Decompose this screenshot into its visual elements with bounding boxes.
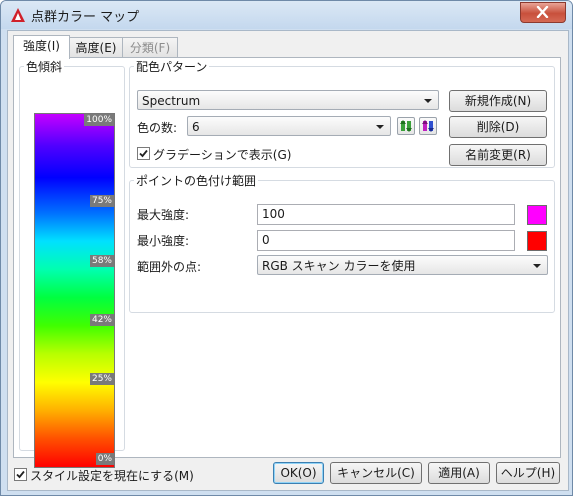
color-scheme-value: Spectrum: [142, 94, 201, 108]
chevron-down-icon: [424, 99, 432, 103]
tab-classification-label: 分類(F): [129, 41, 171, 55]
tick-label: 25%: [89, 373, 114, 385]
outside-range-select[interactable]: RGB スキャン カラーを使用: [257, 255, 548, 275]
chevron-down-icon: [376, 125, 384, 129]
color-gradient-bar: 100% 75% 58% 42% 25% 0%: [34, 113, 115, 468]
color-count-value: 6: [192, 120, 200, 134]
tick-label: 58%: [89, 255, 114, 267]
max-intensity-label: 最大強度:: [137, 208, 190, 222]
color-stack-icon: [422, 120, 434, 132]
intensity-panel: 色傾斜 100% 75% 58% 42% 25% 0% 配色パターン Spect…: [13, 57, 561, 468]
ok-button[interactable]: OK(O): [273, 462, 324, 484]
help-button[interactable]: ヘルプ(H): [496, 462, 560, 484]
new-scheme-button[interactable]: 新規作成(N): [449, 90, 547, 112]
outside-range-label: 範囲外の点:: [137, 260, 202, 274]
delete-scheme-button[interactable]: 削除(D): [449, 116, 547, 138]
swap-arrows-icon: [400, 120, 412, 132]
tick-label: 42%: [89, 314, 114, 326]
gradation-checkbox[interactable]: [137, 147, 150, 160]
tab-classification[interactable]: 分類(F): [122, 37, 178, 58]
close-icon: [536, 6, 549, 18]
tick-label: 100%: [84, 114, 114, 126]
color-count-label: 色の数:: [137, 121, 178, 135]
tick-label: 75%: [89, 195, 114, 207]
checkmark-icon: [139, 149, 148, 158]
style-current-label: スタイル設定を現在にする(M): [30, 469, 194, 483]
chevron-down-icon: [533, 264, 541, 268]
style-current-checkbox[interactable]: [14, 468, 27, 481]
min-color-swatch[interactable]: [527, 231, 547, 251]
autocad-logo-icon: [11, 8, 25, 22]
tab-intensity[interactable]: 強度(I): [13, 35, 70, 59]
max-intensity-input[interactable]: 100: [257, 204, 515, 225]
cancel-button[interactable]: キャンセル(C): [330, 462, 422, 484]
tick-label: 0%: [95, 453, 114, 465]
min-intensity-label: 最小強度:: [137, 234, 190, 248]
reverse-colors-button[interactable]: [397, 117, 415, 135]
tab-elevation[interactable]: 高度(E): [68, 37, 124, 58]
color-order-button[interactable]: [419, 117, 437, 135]
range-group-label: ポイントの色付け範囲: [134, 172, 259, 189]
color-scheme-select[interactable]: Spectrum: [137, 90, 439, 110]
color-count-select[interactable]: 6: [187, 116, 391, 136]
gradation-label: グラデーションで表示(G): [153, 148, 292, 162]
window-title: 点群カラー マップ: [31, 10, 140, 25]
max-color-swatch[interactable]: [527, 205, 547, 225]
tab-intensity-label: 強度(I): [23, 39, 60, 53]
rename-scheme-button[interactable]: 名前変更(R): [449, 144, 547, 166]
close-button[interactable]: [520, 2, 566, 23]
checkmark-icon: [16, 470, 25, 479]
outside-range-value: RGB スキャン カラーを使用: [262, 259, 416, 273]
tab-elevation-label: 高度(E): [75, 41, 117, 55]
gradient-group-label: 色傾斜: [24, 58, 65, 75]
color-scheme-group-label: 配色パターン: [134, 58, 210, 75]
apply-button[interactable]: 適用(A): [428, 462, 490, 484]
dialog-window: 点群カラー マップ 強度(I) 高度(E) 分類(F) 色傾斜 100% 75%…: [0, 0, 573, 496]
min-intensity-input[interactable]: 0: [257, 230, 515, 251]
title-bar[interactable]: 点群カラー マップ: [1, 1, 572, 29]
dialog-client: 強度(I) 高度(E) 分類(F) 色傾斜 100% 75% 58% 42% 2…: [7, 30, 569, 491]
